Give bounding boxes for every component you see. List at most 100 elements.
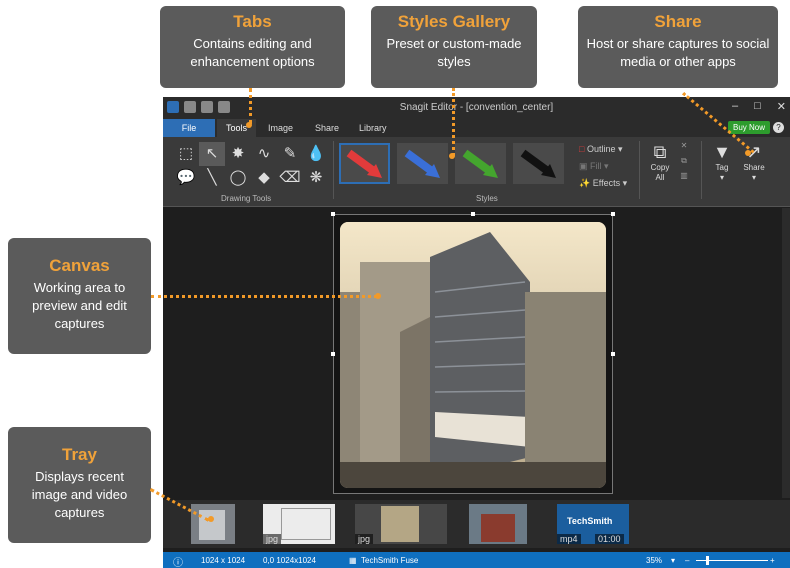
styles-callout: Styles Gallery Preset or custom-made sty… <box>371 6 537 88</box>
tab-library[interactable]: Library <box>350 119 396 137</box>
format-options: □ Outline ▾ ▣ Fill ▾ ✨ Effects ▾ <box>579 141 627 192</box>
buy-now-button[interactable]: Buy Now <box>727 121 770 134</box>
resize-handle[interactable] <box>331 212 335 216</box>
canvas-connector <box>151 295 377 298</box>
share-button[interactable]: ↗ Share ▾ <box>739 141 769 183</box>
magic-wand-tool-icon[interactable]: ❋ <box>303 166 329 190</box>
tag-icon: ▼ <box>713 142 731 162</box>
effects-icon: ✨ <box>579 178 591 188</box>
blur-tool-icon[interactable]: 💧 <box>303 142 329 166</box>
copy-all-label-1: Copy <box>650 163 670 172</box>
info-icon[interactable]: ⓘ <box>173 554 183 568</box>
outline-button[interactable]: □ Outline ▾ <box>579 141 627 158</box>
cut-icon[interactable]: ✕ <box>677 141 691 156</box>
techsmith-logo: TechSmith <box>567 516 613 526</box>
snagit-editor-window: Snagit Editor - [convention_center] – □ … <box>163 97 790 568</box>
building-thumb-icon <box>199 510 225 540</box>
video-duration: 01:00 <box>595 534 624 544</box>
style-arrow-shaft-red <box>346 149 378 176</box>
copy-icon[interactable]: ⧉ <box>677 156 691 171</box>
tray-item[interactable] <box>191 504 235 544</box>
sketch-thumb-icon <box>281 508 331 540</box>
canvas[interactable] <box>163 208 790 498</box>
zoom-in-icon[interactable]: + <box>770 556 775 565</box>
effects-label: Effects <box>592 178 621 188</box>
help-icon[interactable]: ? <box>773 122 784 133</box>
styles-callout-title: Styles Gallery <box>397 12 511 31</box>
tag-label: Tag <box>715 163 729 172</box>
effects-button[interactable]: ✨ Effects ▾ <box>579 175 627 192</box>
tabs-callout-title: Tabs <box>233 12 272 31</box>
selection-tool-icon[interactable]: ⬚ <box>173 142 199 166</box>
maximize-icon[interactable]: □ <box>754 100 761 113</box>
fill-label: Fill <box>590 161 602 171</box>
fill-tool-icon[interactable]: ◆ <box>251 166 277 190</box>
tab-image[interactable]: Image <box>259 119 302 137</box>
zoom-dropdown-icon[interactable]: ▾ <box>671 556 675 565</box>
style-swatch-black[interactable] <box>513 143 564 184</box>
resize-handle[interactable] <box>331 352 335 356</box>
line-tool-icon[interactable]: ╲ <box>199 166 225 190</box>
vertical-scrollbar[interactable] <box>782 208 790 498</box>
tray-item[interactable]: jpg <box>263 504 335 544</box>
copy-all-button[interactable]: ⧉ Copy All <box>647 141 673 183</box>
style-swatch-blue[interactable] <box>397 143 448 184</box>
callout-tool-icon[interactable]: 💬 <box>173 166 199 190</box>
canvas-callout-title: Canvas <box>49 256 110 275</box>
convention-center-photo <box>340 222 606 488</box>
selection-info: 0,0 1024x1024 <box>263 556 316 565</box>
tray-item-type: jpg <box>263 534 282 544</box>
close-icon[interactable]: ✕ <box>777 100 786 113</box>
zoom-out-icon[interactable]: – <box>685 556 689 565</box>
minimize-icon[interactable]: – <box>732 100 738 113</box>
outline-icon: □ <box>579 144 585 154</box>
zoom-slider-thumb[interactable] <box>706 556 709 565</box>
share-callout-title: Share <box>654 12 702 31</box>
tray-item[interactable] <box>469 504 527 544</box>
highlighter-tool-icon[interactable]: ✎ <box>277 142 303 166</box>
tray: jpg jpg TechSmith mp4 01:00 <box>163 500 790 548</box>
tabs-callout-desc: Contains editing and enhancement options <box>190 36 315 69</box>
menu-bar: File Tools Image Share Library Buy Now ? <box>163 119 790 137</box>
techsmith-fuse-label: TechSmith Fuse <box>361 556 419 565</box>
resize-handle[interactable] <box>471 212 475 216</box>
fill-icon: ▣ <box>579 161 588 171</box>
copy-all-label-2: All <box>655 173 665 182</box>
tray-callout: Tray Displays recent image and video cap… <box>8 427 151 543</box>
drawing-tools: ⬚ ↖ ✸ ∿ ✎ 💧 💬 ╲ ◯ ◆ ⌫ ❋ <box>173 142 329 190</box>
title-bar: Snagit Editor - [convention_center] – □ … <box>163 97 790 119</box>
resize-handle[interactable] <box>611 352 615 356</box>
style-swatch-red[interactable] <box>339 143 390 184</box>
tag-button[interactable]: ▼ Tag ▾ <box>708 141 736 183</box>
canvas-callout: Canvas Working area to preview and edit … <box>8 238 151 354</box>
tab-share[interactable]: Share <box>306 119 348 137</box>
house-thumb-icon <box>481 514 515 542</box>
tray-item-type: mp4 <box>557 534 581 544</box>
share-callout-desc: Host or share captures to social media o… <box>586 36 770 69</box>
tray-item-type: jpg <box>355 534 374 544</box>
tray-item-selected[interactable]: jpg <box>355 504 447 544</box>
zoom-level: 35% <box>646 556 663 565</box>
fill-button[interactable]: ▣ Fill ▾ <box>579 158 627 175</box>
tray-item-video[interactable]: TechSmith mp4 01:00 <box>557 504 629 544</box>
pen-tool-icon[interactable]: ∿ <box>251 142 277 166</box>
stamp-tool-icon[interactable]: ✸ <box>225 142 251 166</box>
paste-icon[interactable]: ▥ <box>677 171 691 186</box>
eraser-tool-icon[interactable]: ⌫ <box>277 166 303 190</box>
styles-connector <box>452 88 455 156</box>
style-arrow-shaft-black <box>520 149 552 176</box>
status-bar: ⓘ 1024 x 1024 0,0 1024x1024 ▦ TechSmith … <box>163 552 790 568</box>
styles-label: Styles <box>476 194 498 203</box>
style-arrow-shaft-blue <box>404 149 436 176</box>
drawing-tools-label: Drawing Tools <box>221 194 272 203</box>
ribbon-divider <box>333 141 334 199</box>
canvas-connector-dot <box>375 293 381 299</box>
capture-image[interactable] <box>333 214 613 494</box>
resize-handle[interactable] <box>611 212 615 216</box>
shape-tool-icon[interactable]: ◯ <box>225 166 251 190</box>
clipboard-tools: ✕ ⧉ ▥ <box>677 141 691 186</box>
style-swatch-green[interactable] <box>455 143 506 184</box>
tray-connector-dot <box>208 516 214 522</box>
file-menu-button[interactable]: File <box>163 119 215 137</box>
arrow-tool-icon[interactable]: ↖ <box>199 142 225 166</box>
